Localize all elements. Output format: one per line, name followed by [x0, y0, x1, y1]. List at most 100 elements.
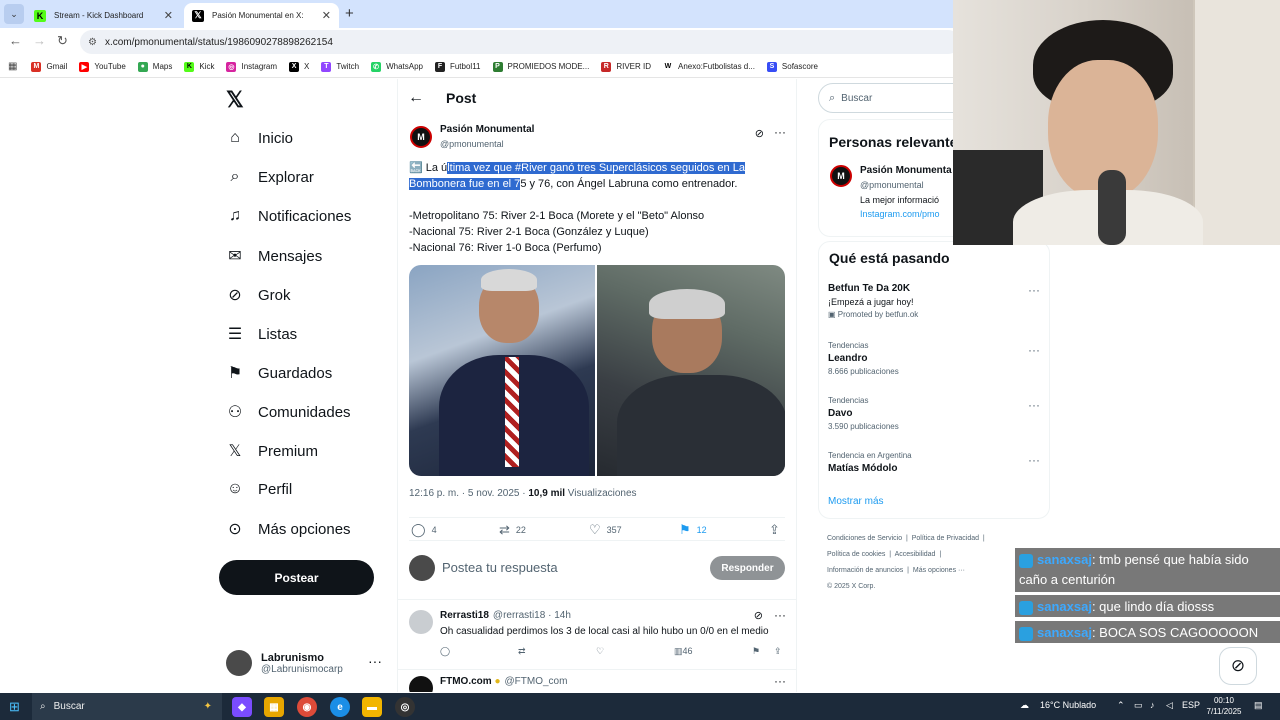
post-time[interactable]: 12:16 p. m. · 5 nov. 2025 ·	[409, 488, 528, 499]
mic-icon[interactable]: ♪	[1150, 700, 1155, 710]
reply-author[interactable]: Rerrasti18 @rerrasti18 · 14h	[440, 610, 571, 621]
like-button[interactable]: ♡ 357	[589, 522, 622, 538]
weather-text[interactable]: 16°C Nublado	[1040, 700, 1096, 710]
nav-item-premium[interactable]: 𝕏 Premium	[226, 441, 318, 461]
ftmo-avatar[interactable]	[409, 676, 433, 692]
folder-icon[interactable]: ▬	[362, 697, 382, 717]
more-icon[interactable]: ···	[368, 653, 382, 669]
tab-kick-dashboard[interactable]: K Stream - Kick Dashboard ✕	[26, 3, 181, 28]
bookmark-maps[interactable]: ● Maps	[137, 61, 172, 72]
close-tab-icon[interactable]: ✕	[322, 9, 331, 22]
footer-link[interactable]: Más opciones ···	[913, 567, 965, 574]
share-button[interactable]: ⇪	[769, 522, 786, 538]
apps-grid-icon[interactable]: ▦	[8, 61, 17, 72]
taskbar-search[interactable]: ⌕ Buscar ✦	[32, 693, 222, 720]
tab-search-dropdown-icon[interactable]: ⌄	[4, 4, 24, 24]
back-arrow-icon[interactable]: ←	[408, 89, 424, 107]
copilot-icon[interactable]: ◆	[232, 697, 252, 717]
nav-item-perfil[interactable]: ☺ Perfil	[226, 480, 292, 498]
language-indicator[interactable]: ESP	[1182, 700, 1200, 710]
bookmark-button[interactable]: ⚑ 12	[679, 522, 707, 538]
tray-chevron-icon[interactable]: ⌃	[1117, 700, 1125, 711]
more-icon[interactable]: ···	[1028, 398, 1040, 412]
footer-link[interactable]: Política de Privacidad	[912, 535, 979, 542]
grok-floating-icon[interactable]: ⊘	[1219, 647, 1257, 685]
trend-item[interactable]: Betfun Te Da 20K ¡Empezá a jugar hoy! ▣ …	[828, 283, 1040, 327]
nav-item-inicio[interactable]: ⌂ Inicio	[226, 129, 293, 147]
bookmark-river-id[interactable]: R RIVER ID	[601, 61, 651, 72]
obs-icon[interactable]: ◎	[395, 697, 415, 717]
bookmark-icon[interactable]: ⚑	[752, 646, 760, 657]
nav-item-mas-opciones[interactable]: ⊙ Más opciones	[226, 519, 350, 539]
bookmark-kick[interactable]: K Kick	[184, 61, 214, 72]
more-icon[interactable]: ···	[774, 674, 786, 688]
tab-pasion-monumental[interactable]: 𝕏 Pasión Monumental en X: ✕	[184, 3, 339, 28]
heart-icon[interactable]: ♡	[596, 646, 604, 657]
post-media[interactable]	[409, 265, 785, 476]
relevant-avatar[interactable]: M	[830, 165, 852, 187]
x-logo-icon[interactable]: 𝕏	[226, 87, 244, 113]
trend-item[interactable]: Tendencias Leandro 8.666 publicaciones ·…	[828, 341, 1040, 381]
bookmark-promiedos[interactable]: P PROMIEDOS MODE...	[492, 61, 589, 72]
bookmark-gmail[interactable]: M Gmail	[31, 61, 67, 72]
more-icon[interactable]: ···	[1028, 453, 1040, 467]
grok-icon[interactable]: ⊘	[754, 609, 763, 622]
footer-link[interactable]: Condiciones de Servicio	[827, 535, 902, 542]
show-more-link[interactable]: Mostrar más	[828, 496, 884, 507]
more-icon[interactable]: ···	[1028, 283, 1040, 297]
more-icon[interactable]: ···	[774, 608, 786, 622]
nav-item-grok[interactable]: ⊘ Grok	[226, 285, 290, 305]
reply-submit-button[interactable]: Responder	[710, 556, 785, 580]
trend-item[interactable]: Tendencias Davo 3.590 publicaciones ···	[828, 396, 1040, 436]
grok-icon[interactable]: ⊘	[755, 127, 764, 140]
reply-author[interactable]: FTMO.com ● @FTMO_com	[440, 676, 567, 687]
avatar[interactable]	[409, 610, 433, 634]
trend-item[interactable]: Tendencia en Argentina Matías Módolo ···	[828, 451, 1040, 479]
nav-item-mensajes[interactable]: ✉ Mensajes	[226, 246, 322, 266]
relevant-link[interactable]: Instagram.com/pmo	[860, 209, 940, 219]
forward-icon[interactable]: →	[33, 33, 46, 48]
bookmark-instagram[interactable]: ◎ Instagram	[226, 61, 277, 72]
account-switcher[interactable]: Labrunismo @Labrunismocarp ···	[226, 647, 386, 679]
windows-start-icon[interactable]: ⊞	[9, 699, 20, 715]
volume-icon[interactable]: ◁	[1166, 700, 1173, 711]
author-handle[interactable]: @pmonumental	[440, 139, 504, 149]
nav-item-guardados[interactable]: ⚑ Guardados	[226, 363, 332, 383]
footer-link[interactable]: Política de cookies	[827, 551, 885, 558]
repost-icon[interactable]: ⇄	[518, 646, 526, 657]
reload-icon[interactable]: ↻	[57, 33, 68, 49]
nav-item-listas[interactable]: ☰ Listas	[226, 324, 297, 344]
address-bar[interactable]: ⚙ x.com/pmonumental/status/1986090278898…	[80, 30, 960, 54]
notifications-icon[interactable]: ▤	[1254, 700, 1263, 711]
network-icon[interactable]: ▭	[1134, 700, 1143, 711]
reply-post[interactable]: FTMO.com ● @FTMO_com ···	[398, 669, 796, 692]
post-button[interactable]: Postear	[219, 560, 374, 595]
author-name[interactable]: Pasión Monumental	[440, 124, 534, 135]
site-info-icon[interactable]: ⚙	[88, 37, 97, 48]
more-icon[interactable]: ···	[1028, 343, 1040, 357]
reply-icon[interactable]: ◯	[440, 646, 450, 657]
clock[interactable]: 00:10 7/11/2025	[1200, 695, 1248, 717]
relevant-name[interactable]: Pasión Monumenta	[860, 165, 952, 176]
bookmark-sofascore[interactable]: S Sofascore	[766, 61, 818, 72]
footer-link[interactable]: Información de anuncios	[827, 567, 903, 574]
chrome-icon[interactable]: ◉	[297, 697, 317, 717]
bookmark-twitch[interactable]: T Twitch	[321, 61, 359, 72]
author-avatar[interactable]: M	[410, 126, 432, 148]
bookmark-whatsapp[interactable]: ✆ WhatsApp	[371, 61, 423, 72]
photo-labruna-right[interactable]	[597, 265, 785, 476]
bookmark-wikipedia[interactable]: W Anexo:Futbolistas d...	[662, 61, 755, 72]
bookmark-x[interactable]: XX	[289, 61, 309, 72]
reply-button[interactable]: ◯ 4	[411, 522, 437, 538]
more-icon[interactable]: ···	[774, 125, 786, 139]
bookmark-futbol11[interactable]: F Futbol11	[434, 61, 481, 72]
nav-item-explorar[interactable]: ⌕ Explorar	[226, 168, 314, 186]
nav-item-notificaciones[interactable]: ♫ Notificaciones	[226, 207, 351, 225]
photo-labruna-left[interactable]	[409, 265, 597, 476]
share-icon[interactable]: ⇪	[774, 646, 782, 657]
store-icon[interactable]: ▦	[264, 697, 284, 717]
views-icon[interactable]: ▥ 46	[674, 646, 693, 657]
footer-link[interactable]: Accesibilidad	[895, 551, 936, 558]
reply-input[interactable]: Postea tu respuesta	[442, 560, 558, 575]
edge-icon[interactable]: e	[330, 697, 350, 717]
